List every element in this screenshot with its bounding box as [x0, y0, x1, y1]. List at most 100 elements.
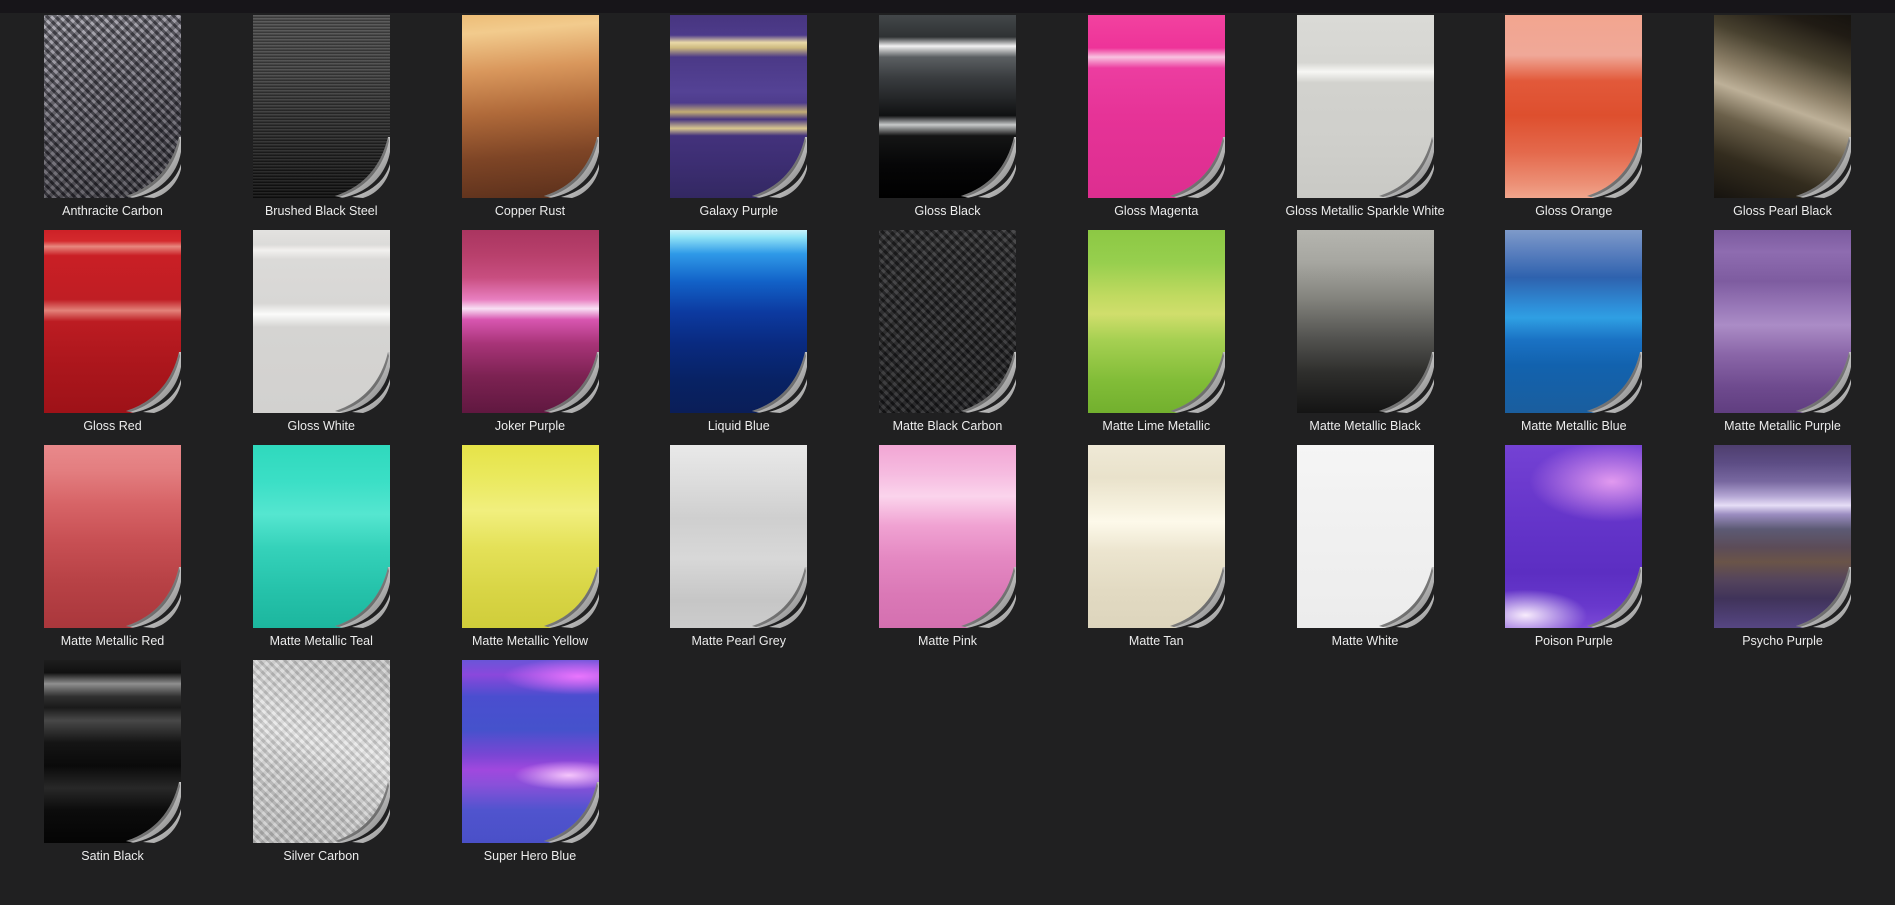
- peel-corner-icon: [1794, 352, 1851, 413]
- swatch-card[interactable]: Matte Lime Metallic: [1088, 230, 1225, 434]
- swatch-card[interactable]: Matte Metallic Purple: [1714, 230, 1851, 434]
- swatch-image[interactable]: [1088, 230, 1225, 413]
- peel-corner-icon: [1794, 137, 1851, 198]
- swatch-image[interactable]: [1505, 230, 1642, 413]
- swatch-label: Matte Metallic Red: [61, 634, 165, 649]
- swatch-card[interactable]: Gloss Magenta: [1088, 15, 1225, 219]
- swatch-image[interactable]: [1714, 445, 1851, 628]
- swatch-image[interactable]: [670, 445, 807, 628]
- swatch-image[interactable]: [44, 15, 181, 198]
- swatch-card[interactable]: Psycho Purple: [1714, 445, 1851, 649]
- swatch-card[interactable]: Silver Carbon: [253, 660, 390, 864]
- swatch-label: Gloss Red: [83, 419, 141, 434]
- peel-corner-icon: [959, 567, 1016, 628]
- swatch-card[interactable]: Matte Metallic Yellow: [462, 445, 599, 649]
- peel-corner-icon: [1168, 567, 1225, 628]
- swatch-label: Super Hero Blue: [484, 849, 576, 864]
- peel-corner-icon: [333, 782, 390, 843]
- swatch-label: Galaxy Purple: [699, 204, 778, 219]
- swatch-image[interactable]: [253, 15, 390, 198]
- swatch-image[interactable]: [879, 445, 1016, 628]
- swatch-card[interactable]: Gloss Red: [44, 230, 181, 434]
- swatch-image[interactable]: [1505, 15, 1642, 198]
- swatch-label: Matte Black Carbon: [893, 419, 1003, 434]
- swatch-image[interactable]: [670, 15, 807, 198]
- peel-corner-icon: [333, 352, 390, 413]
- swatch-label: Gloss Black: [915, 204, 981, 219]
- swatch-image[interactable]: [462, 230, 599, 413]
- peel-corner-icon: [124, 137, 181, 198]
- swatch-card[interactable]: Matte White: [1297, 445, 1434, 649]
- swatch-image[interactable]: [44, 445, 181, 628]
- swatch-image[interactable]: [44, 230, 181, 413]
- swatch-label: Matte Lime Metallic: [1102, 419, 1210, 434]
- swatch-card[interactable]: Galaxy Purple: [670, 15, 807, 219]
- swatch-label: Gloss Metallic Sparkle White: [1285, 204, 1444, 219]
- peel-corner-icon: [542, 567, 599, 628]
- peel-corner-icon: [333, 137, 390, 198]
- peel-corner-icon: [124, 782, 181, 843]
- swatch-card[interactable]: Gloss Metallic Sparkle White: [1297, 15, 1434, 219]
- peel-corner-icon: [1585, 137, 1642, 198]
- swatch-image[interactable]: [253, 445, 390, 628]
- peel-corner-icon: [959, 137, 1016, 198]
- swatch-image[interactable]: [462, 660, 599, 843]
- swatch-image[interactable]: [462, 445, 599, 628]
- swatch-card[interactable]: Anthracite Carbon: [44, 15, 181, 219]
- swatch-image[interactable]: [44, 660, 181, 843]
- peel-corner-icon: [542, 782, 599, 843]
- swatch-grid: Anthracite Carbon Brushed Black Steel: [0, 15, 1895, 864]
- swatch-image[interactable]: [1505, 445, 1642, 628]
- swatch-image[interactable]: [253, 230, 390, 413]
- swatch-card[interactable]: Satin Black: [44, 660, 181, 864]
- top-bar: [0, 0, 1895, 13]
- swatch-image[interactable]: [1297, 15, 1434, 198]
- swatch-card[interactable]: Gloss White: [253, 230, 390, 434]
- swatch-card[interactable]: Super Hero Blue: [462, 660, 599, 864]
- swatch-image[interactable]: [462, 15, 599, 198]
- peel-corner-icon: [1377, 567, 1434, 628]
- swatch-card[interactable]: Matte Pearl Grey: [670, 445, 807, 649]
- swatch-card[interactable]: Matte Tan: [1088, 445, 1225, 649]
- swatch-image[interactable]: [879, 15, 1016, 198]
- peel-corner-icon: [124, 567, 181, 628]
- swatch-label: Matte Tan: [1129, 634, 1184, 649]
- swatch-image[interactable]: [1088, 15, 1225, 198]
- swatch-image[interactable]: [1714, 15, 1851, 198]
- swatch-card[interactable]: Brushed Black Steel: [253, 15, 390, 219]
- swatch-card[interactable]: Poison Purple: [1505, 445, 1642, 649]
- swatch-label: Copper Rust: [495, 204, 565, 219]
- swatch-label: Matte White: [1332, 634, 1399, 649]
- swatch-image[interactable]: [1297, 445, 1434, 628]
- peel-corner-icon: [1168, 352, 1225, 413]
- swatch-card[interactable]: Liquid Blue: [670, 230, 807, 434]
- swatch-card[interactable]: Gloss Black: [879, 15, 1016, 219]
- swatch-label: Gloss Pearl Black: [1733, 204, 1832, 219]
- swatch-image[interactable]: [253, 660, 390, 843]
- swatch-card[interactable]: Matte Metallic Black: [1297, 230, 1434, 434]
- swatch-card[interactable]: Matte Metallic Teal: [253, 445, 390, 649]
- swatch-label: Psycho Purple: [1742, 634, 1823, 649]
- peel-corner-icon: [959, 352, 1016, 413]
- swatch-label: Brushed Black Steel: [265, 204, 378, 219]
- swatch-card[interactable]: Matte Black Carbon: [879, 230, 1016, 434]
- swatch-image[interactable]: [670, 230, 807, 413]
- swatch-card[interactable]: Joker Purple: [462, 230, 599, 434]
- swatch-card[interactable]: Matte Metallic Red: [44, 445, 181, 649]
- swatch-card[interactable]: Gloss Orange: [1505, 15, 1642, 219]
- swatch-card[interactable]: Matte Metallic Blue: [1505, 230, 1642, 434]
- peel-corner-icon: [1585, 352, 1642, 413]
- swatch-label: Matte Pearl Grey: [692, 634, 786, 649]
- swatch-card[interactable]: Gloss Pearl Black: [1714, 15, 1851, 219]
- swatch-label: Matte Pink: [918, 634, 977, 649]
- swatch-card[interactable]: Matte Pink: [879, 445, 1016, 649]
- swatch-label: Gloss Magenta: [1114, 204, 1198, 219]
- swatch-image[interactable]: [879, 230, 1016, 413]
- swatch-image[interactable]: [1088, 445, 1225, 628]
- swatch-card[interactable]: Copper Rust: [462, 15, 599, 219]
- swatch-label: Joker Purple: [495, 419, 565, 434]
- swatch-image[interactable]: [1297, 230, 1434, 413]
- swatch-image[interactable]: [1714, 230, 1851, 413]
- swatch-label: Poison Purple: [1535, 634, 1613, 649]
- swatch-label: Matte Metallic Blue: [1521, 419, 1627, 434]
